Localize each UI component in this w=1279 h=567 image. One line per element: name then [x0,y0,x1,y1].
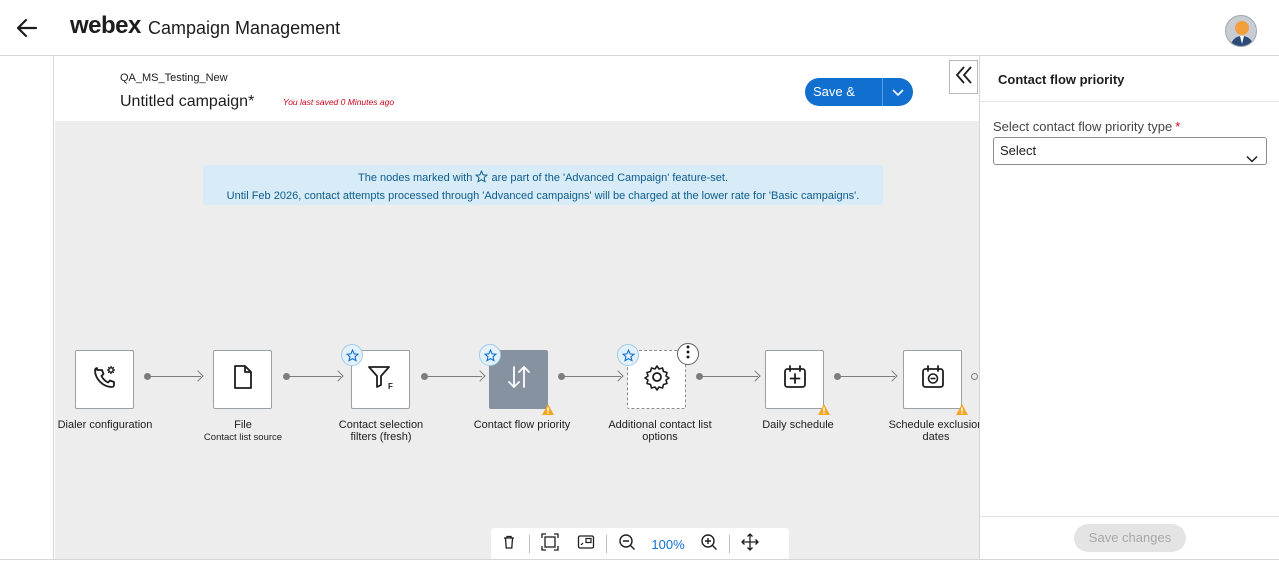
zoom-out-button[interactable] [609,528,645,560]
gear-icon [643,363,671,396]
node-daily-schedule[interactable] [765,350,824,409]
panel-footer-divider [980,516,1279,517]
top-bar: webex Campaign Management [0,0,1279,56]
sort-arrows-icon [505,363,533,396]
node-label: File Contact list source [188,419,298,444]
zoom-in-button[interactable] [691,528,727,560]
toolbar-divider [729,535,730,553]
node-more-options-button[interactable] [677,343,699,365]
connector-arrow [886,370,898,382]
pan-button[interactable] [732,528,768,560]
brand-logo: webex [70,12,141,39]
node-label: Contact flow priority [473,419,571,431]
node-label-sub: Contact list source [203,432,283,443]
campaign-name[interactable]: Untitled campaign* [120,93,254,111]
banner-line1-pre: The nodes marked with [357,172,473,184]
save-exit-button[interactable]: Save & exit [805,78,883,106]
node-schedule-exclusion-dates[interactable] [903,350,962,409]
node-label: Contact selection filters (fresh) [338,419,424,443]
banner-line1-post: are part of the 'Advanced Campaign' feat… [491,172,729,184]
node-label: Additional contact list options [608,419,712,443]
node-file[interactable] [213,350,272,409]
connector-arrow [612,370,624,382]
chevron-down-icon [1246,146,1258,172]
required-marker: * [1175,119,1181,134]
pan-icon [741,532,759,556]
flow-canvas[interactable]: The nodes marked with are part of the 'A… [55,121,983,560]
panel-divider [980,101,1279,102]
double-chevron-left-icon [954,65,974,90]
priority-type-label: Select contact flow priority type * [993,119,1180,134]
advanced-campaign-banner: The nodes marked with are part of the 'A… [203,165,883,205]
collapse-panel-button[interactable] [949,60,978,94]
canvas-toolbar: 100% [491,528,789,560]
node-dialer-configuration[interactable] [75,350,134,409]
fit-view-icon [541,532,559,556]
last-saved-note: You last saved 0 Minutes ago [283,97,395,107]
node-label-title: File [234,419,252,431]
back-arrow-icon[interactable] [14,16,40,40]
node-label: Dialer configuration [57,419,153,431]
warning-icon [542,402,554,415]
advanced-star-badge [341,344,363,366]
delete-button[interactable] [491,528,527,560]
campaign-subtitle: QA_MS_Testing_New [120,72,228,84]
zoom-level: 100% [651,536,685,552]
fit-view-button[interactable] [532,528,568,560]
connector-arrow [192,370,204,382]
priority-type-label-text: Select contact flow priority type [993,119,1173,134]
filter-icon: F [366,363,396,396]
advanced-star-badge [617,344,639,366]
save-exit-button-group: Save & exit [805,78,913,106]
properties-panel: Contact flow priority Select contact flo… [979,56,1279,559]
toolbar-divider [529,535,530,553]
warning-icon [818,402,830,415]
calendar-plus-icon [781,363,809,396]
priority-type-select-value: Select [1000,143,1037,158]
calendar-minus-icon [919,363,947,396]
warning-icon [956,402,968,415]
avatar[interactable] [1225,15,1257,47]
connector-arrow [332,370,344,382]
panel-title: Contact flow priority [998,72,1125,87]
phone-gear-icon [91,363,119,396]
minimap-icon [577,534,595,555]
connector-end-dot [971,373,978,380]
advanced-star-badge [479,344,501,366]
banner-line2: Until Feb 2026, contact attempts process… [226,190,860,202]
connector-arrow [474,370,486,382]
svg-text:F: F [388,382,393,391]
node-label: Daily schedule [762,419,834,431]
star-icon [475,169,489,188]
bottom-border [0,559,1279,567]
kebab-menu-icon [686,345,690,364]
save-options-chevron-icon[interactable] [883,78,913,106]
save-changes-button[interactable]: Save changes [1074,524,1186,552]
priority-type-select[interactable]: Select [993,137,1267,165]
zoom-in-icon [700,533,718,556]
toolbar-divider [606,535,607,553]
minimap-button[interactable] [568,528,604,560]
editor-header: QA_MS_Testing_New Untitled campaign* You… [55,56,979,121]
connector-arrow [749,370,761,382]
node-label: Schedule exclusion dates [888,419,984,443]
file-icon [230,363,256,396]
delete-icon [501,534,517,555]
zoom-out-icon [618,533,636,556]
connector-line [425,376,482,377]
left-rail [0,56,54,559]
app-title: Campaign Management [148,18,341,38]
